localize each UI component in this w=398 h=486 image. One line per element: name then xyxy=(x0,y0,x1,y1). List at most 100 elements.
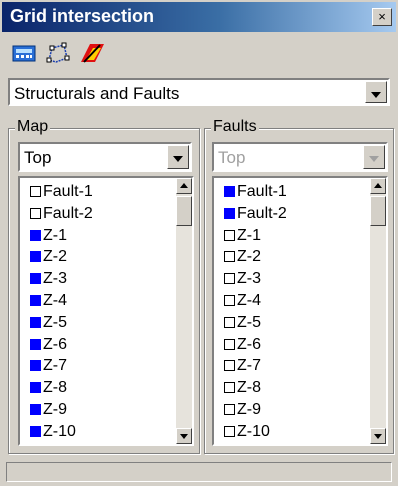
item-checkbox[interactable] xyxy=(30,338,41,350)
item-label: Z-6 xyxy=(43,335,67,353)
map-list-scrollbar[interactable] xyxy=(176,178,192,444)
list-item[interactable]: Z-9 xyxy=(224,400,261,420)
faults-surface-dropdown: Top xyxy=(212,142,388,172)
item-label: Fault-2 xyxy=(237,204,287,222)
list-item[interactable]: Fault-2 xyxy=(30,204,93,224)
item-checkbox[interactable] xyxy=(224,404,235,415)
list-item[interactable]: Z-5 xyxy=(30,313,67,333)
item-checkbox[interactable] xyxy=(30,295,41,306)
window-title: Grid intersection xyxy=(10,6,155,26)
map-surface-dropdown-value: Top xyxy=(24,148,52,167)
item-checkbox[interactable] xyxy=(30,360,41,372)
item-label: Z-3 xyxy=(43,270,67,288)
faults-list-scrollbar[interactable] xyxy=(370,178,386,444)
item-checkbox[interactable] xyxy=(224,425,235,437)
item-checkbox[interactable] xyxy=(224,273,235,285)
list-item[interactable]: Z-8 xyxy=(30,378,67,398)
title-bar[interactable]: Grid intersection × xyxy=(2,2,396,32)
list-item[interactable]: Z-3 xyxy=(224,269,261,289)
list-item[interactable]: Z-10 xyxy=(224,422,270,442)
item-label: Z-2 xyxy=(43,248,67,266)
list-item[interactable]: Z-8 xyxy=(224,378,261,398)
category-dropdown[interactable]: Structurals and Faults xyxy=(8,78,390,106)
list-item[interactable]: Z-2 xyxy=(224,247,261,267)
item-label: Z-8 xyxy=(237,379,261,397)
map-group-label: Map xyxy=(15,118,51,136)
item-label: Z-10 xyxy=(237,422,270,440)
item-label: Fault-1 xyxy=(43,183,93,200)
item-checkbox[interactable] xyxy=(30,316,41,328)
close-button[interactable]: × xyxy=(372,8,392,26)
item-checkbox[interactable] xyxy=(224,338,235,350)
grid-points-icon[interactable] xyxy=(44,40,72,66)
list-item[interactable]: Fault-1 xyxy=(224,182,287,202)
item-checkbox[interactable] xyxy=(224,382,235,394)
list-item[interactable]: Z-2 xyxy=(30,247,67,267)
item-label: Z-4 xyxy=(43,292,67,309)
item-checkbox[interactable] xyxy=(30,251,41,263)
list-item[interactable]: Z-1 xyxy=(30,226,67,246)
list-item[interactable]: Z-3 xyxy=(30,269,67,289)
item-checkbox[interactable] xyxy=(224,186,235,197)
item-checkbox[interactable] xyxy=(224,295,235,306)
item-label: Z-9 xyxy=(43,401,67,418)
item-label: Z-1 xyxy=(43,226,67,244)
chevron-down-icon[interactable] xyxy=(365,81,387,103)
item-checkbox[interactable] xyxy=(224,229,235,241)
scroll-up-icon[interactable] xyxy=(370,178,386,194)
item-checkbox[interactable] xyxy=(30,229,41,241)
item-checkbox[interactable] xyxy=(30,382,41,394)
item-label: Z-10 xyxy=(43,422,76,440)
grid-intersection-window: Grid intersection × Structurals and Faul… xyxy=(0,0,398,486)
item-checkbox[interactable] xyxy=(30,186,41,197)
item-checkbox[interactable] xyxy=(224,316,235,328)
faults-list[interactable]: Fault-1 Fault-2 Z-1 Z-2 Z-3 Z-4 Z-5 Z-6 Z-7 Z-8 Z-… xyxy=(212,176,388,446)
item-label: Z-8 xyxy=(43,379,67,397)
list-item[interactable]: Z-7 xyxy=(30,356,67,376)
item-label: Z-9 xyxy=(237,401,261,418)
item-label: Z-2 xyxy=(237,248,261,266)
list-item[interactable]: Fault-1 xyxy=(30,182,93,202)
map-surface-dropdown[interactable]: Top xyxy=(18,142,192,172)
scroll-down-icon[interactable] xyxy=(370,428,386,444)
list-item[interactable]: Z-4 xyxy=(224,291,261,311)
item-label: Z-1 xyxy=(237,226,261,244)
item-label: Z-5 xyxy=(43,313,67,331)
item-label: Z-6 xyxy=(237,335,261,353)
grid-calc-icon[interactable] xyxy=(10,40,38,66)
list-item[interactable]: Z-4 xyxy=(30,291,67,311)
faults-surface-dropdown-value: Top xyxy=(218,148,246,167)
item-checkbox[interactable] xyxy=(224,360,235,372)
list-item[interactable]: Z-7 xyxy=(224,356,261,376)
map-list[interactable]: Fault-1 Fault-2 Z-1 Z-2 Z-3 Z-4 Z-5 Z-6 Z-7 Z-8 Z-… xyxy=(18,176,194,446)
item-label: Z-3 xyxy=(237,270,261,288)
item-label: Fault-1 xyxy=(237,183,287,200)
list-item[interactable]: Z-6 xyxy=(224,335,261,355)
list-item[interactable]: Z-6 xyxy=(30,335,67,355)
item-checkbox[interactable] xyxy=(30,404,41,415)
list-item[interactable]: Z-10 xyxy=(30,422,76,442)
list-item[interactable]: Z-1 xyxy=(224,226,261,246)
scroll-thumb[interactable] xyxy=(176,196,192,226)
item-label: Z-4 xyxy=(237,292,261,309)
item-label: Z-7 xyxy=(237,357,261,375)
scroll-up-icon[interactable] xyxy=(176,178,192,194)
scroll-down-icon[interactable] xyxy=(176,428,192,444)
scroll-thumb[interactable] xyxy=(370,196,386,226)
list-item[interactable]: Z-9 xyxy=(30,400,67,420)
item-checkbox[interactable] xyxy=(30,207,41,219)
list-item[interactable]: Fault-2 xyxy=(224,204,287,224)
item-checkbox[interactable] xyxy=(224,251,235,263)
item-checkbox[interactable] xyxy=(224,207,235,219)
item-checkbox[interactable] xyxy=(30,425,41,437)
category-dropdown-value: Structurals and Faults xyxy=(14,84,180,103)
item-label: Z-5 xyxy=(237,313,261,331)
chevron-down-icon xyxy=(363,145,385,169)
item-label: Z-7 xyxy=(43,357,67,375)
chevron-down-icon[interactable] xyxy=(167,145,189,169)
status-bar xyxy=(6,462,392,482)
item-checkbox[interactable] xyxy=(30,273,41,285)
list-item[interactable]: Z-5 xyxy=(224,313,261,333)
fault-surface-icon[interactable] xyxy=(78,40,106,66)
item-label: Fault-2 xyxy=(43,204,93,222)
